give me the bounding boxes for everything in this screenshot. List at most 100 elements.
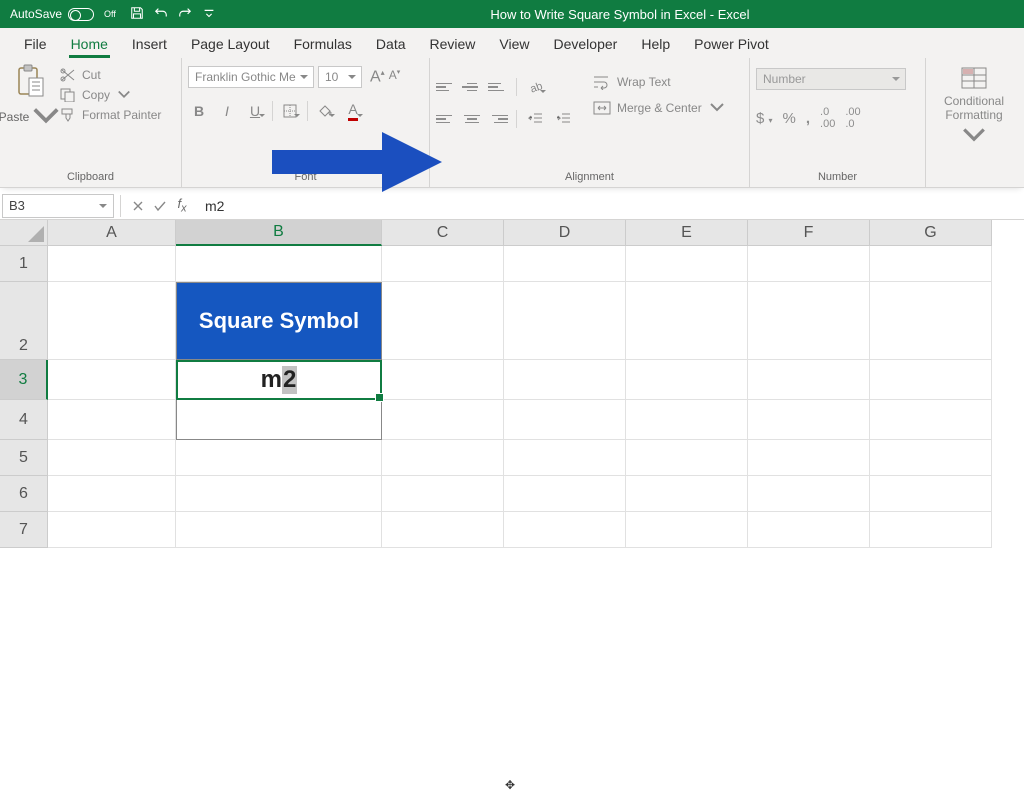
align-left-button[interactable] xyxy=(436,110,456,128)
cell[interactable] xyxy=(870,282,992,360)
cell[interactable] xyxy=(870,440,992,476)
cell[interactable] xyxy=(870,512,992,548)
increase-font-icon[interactable]: A▴ xyxy=(370,68,385,86)
worksheet-grid[interactable]: A B C D E F G 1 2 Square Symbol 3 m2 xyxy=(0,220,1024,548)
cell[interactable] xyxy=(870,246,992,282)
align-right-button[interactable] xyxy=(488,110,508,128)
cell[interactable] xyxy=(504,282,626,360)
copy-button[interactable]: Copy xyxy=(60,88,161,102)
col-header-c[interactable]: C xyxy=(382,220,504,246)
bold-button[interactable]: B xyxy=(188,100,210,122)
col-header-f[interactable]: F xyxy=(748,220,870,246)
decrease-font-icon[interactable]: A▾ xyxy=(389,68,401,86)
row-header-7[interactable]: 7 xyxy=(0,512,48,548)
format-painter-button[interactable]: Format Painter xyxy=(60,108,161,122)
redo-icon[interactable] xyxy=(178,6,192,23)
cell[interactable] xyxy=(626,360,748,400)
align-top-button[interactable] xyxy=(436,78,456,96)
border-button[interactable] xyxy=(279,100,301,122)
row-header-1[interactable]: 1 xyxy=(0,246,48,282)
conditional-formatting-button[interactable]: Conditional Formatting xyxy=(933,66,1015,151)
cell-b3-selected[interactable]: m2 xyxy=(176,360,382,400)
cell[interactable] xyxy=(626,512,748,548)
cell[interactable] xyxy=(626,400,748,440)
row-header-5[interactable]: 5 xyxy=(0,440,48,476)
tab-developer[interactable]: Developer xyxy=(542,30,630,58)
row-header-3[interactable]: 3 xyxy=(0,360,48,400)
tab-review[interactable]: Review xyxy=(418,30,488,58)
cell[interactable] xyxy=(748,400,870,440)
cell-b2[interactable]: Square Symbol xyxy=(176,282,382,360)
underline-button[interactable]: U xyxy=(244,100,266,122)
cell[interactable] xyxy=(748,440,870,476)
cell[interactable] xyxy=(748,282,870,360)
col-header-g[interactable]: G xyxy=(870,220,992,246)
align-bottom-button[interactable] xyxy=(488,78,508,96)
cell[interactable] xyxy=(748,476,870,512)
enter-button[interactable] xyxy=(149,195,171,217)
cell[interactable] xyxy=(748,512,870,548)
cell[interactable] xyxy=(504,440,626,476)
col-header-b[interactable]: B xyxy=(176,220,382,246)
cell[interactable] xyxy=(382,246,504,282)
col-header-a[interactable]: A xyxy=(48,220,176,246)
formula-input[interactable]: m2 xyxy=(193,198,1024,214)
select-all-corner[interactable] xyxy=(0,220,48,246)
cell-b4[interactable] xyxy=(176,400,382,440)
cancel-button[interactable] xyxy=(127,195,149,217)
insert-function-button[interactable]: fx xyxy=(171,195,193,217)
cell[interactable] xyxy=(48,246,176,282)
row-header-6[interactable]: 6 xyxy=(0,476,48,512)
cell[interactable] xyxy=(382,512,504,548)
tab-data[interactable]: Data xyxy=(364,30,418,58)
row-header-4[interactable]: 4 xyxy=(0,400,48,440)
row-header-2[interactable]: 2 xyxy=(0,282,48,360)
cell[interactable] xyxy=(626,476,748,512)
cell[interactable] xyxy=(382,440,504,476)
cell[interactable] xyxy=(626,440,748,476)
cell[interactable] xyxy=(48,400,176,440)
decrease-decimal-button[interactable]: .00.0 xyxy=(845,106,860,130)
cell[interactable] xyxy=(48,360,176,400)
cell[interactable] xyxy=(176,476,382,512)
cell[interactable] xyxy=(382,360,504,400)
cell[interactable] xyxy=(176,512,382,548)
increase-indent-button[interactable] xyxy=(553,108,575,130)
cell[interactable] xyxy=(176,246,382,282)
tab-help[interactable]: Help xyxy=(629,30,682,58)
font-color-button[interactable]: A xyxy=(342,100,364,122)
col-header-d[interactable]: D xyxy=(504,220,626,246)
tab-view[interactable]: View xyxy=(487,30,541,58)
align-center-button[interactable] xyxy=(462,110,482,128)
cell[interactable] xyxy=(870,476,992,512)
cell[interactable] xyxy=(382,400,504,440)
cell[interactable] xyxy=(48,282,176,360)
cell[interactable] xyxy=(748,246,870,282)
paste-button[interactable]: Paste xyxy=(6,62,54,134)
fill-color-button[interactable] xyxy=(314,100,336,122)
cell[interactable] xyxy=(48,440,176,476)
cell[interactable] xyxy=(504,512,626,548)
merge-center-button[interactable]: Merge & Center xyxy=(593,100,726,116)
name-box[interactable]: B3 xyxy=(2,194,114,218)
cell[interactable] xyxy=(176,440,382,476)
align-middle-button[interactable] xyxy=(462,78,482,96)
number-format-combo[interactable]: Number xyxy=(756,68,906,90)
tab-power-pivot[interactable]: Power Pivot xyxy=(682,30,781,58)
col-header-e[interactable]: E xyxy=(626,220,748,246)
tab-home[interactable]: Home xyxy=(59,30,120,58)
qat-customize-icon[interactable] xyxy=(202,6,216,23)
cell[interactable] xyxy=(48,512,176,548)
orientation-button[interactable]: ab xyxy=(525,76,547,98)
cell[interactable] xyxy=(626,282,748,360)
accounting-format-button[interactable]: $ ▾ xyxy=(756,110,773,127)
font-name-combo[interactable]: Franklin Gothic Me xyxy=(188,66,314,88)
percent-format-button[interactable]: % xyxy=(783,110,796,127)
tab-file[interactable]: File xyxy=(12,30,59,58)
tab-insert[interactable]: Insert xyxy=(120,30,179,58)
undo-icon[interactable] xyxy=(154,6,168,23)
cell[interactable] xyxy=(626,246,748,282)
cell[interactable] xyxy=(382,282,504,360)
tab-formulas[interactable]: Formulas xyxy=(282,30,364,58)
tab-page-layout[interactable]: Page Layout xyxy=(179,30,282,58)
